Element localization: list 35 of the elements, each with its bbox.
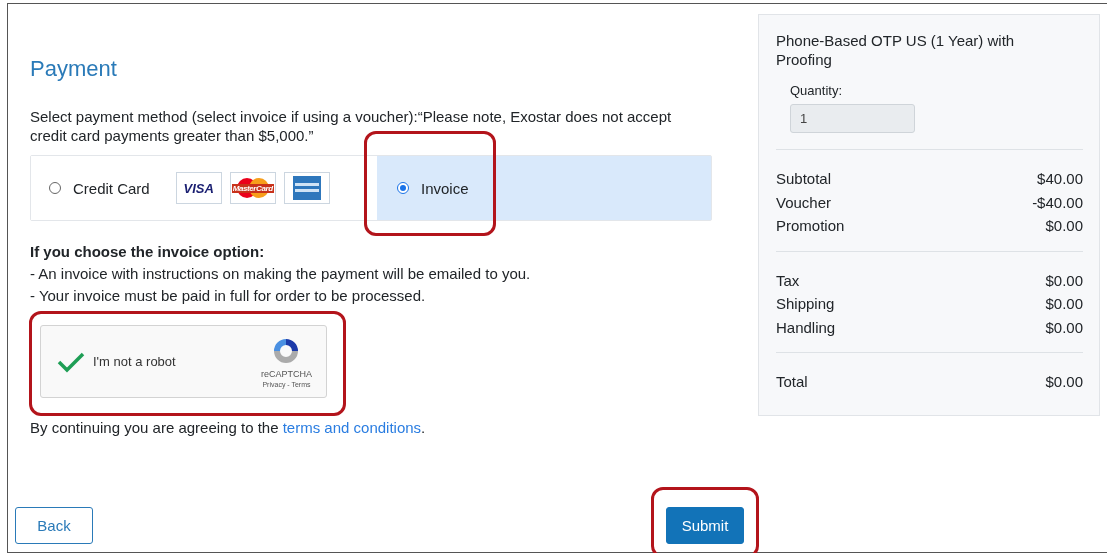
summary-label: Subtotal (776, 169, 832, 189)
summary-value: $0.00 (1045, 270, 1083, 291)
summary-label: Shipping (776, 294, 835, 314)
summary-value: $0.00 (1045, 372, 1083, 392)
page-title: Payment (30, 56, 118, 82)
summary-value: $0.00 (1045, 317, 1083, 338)
summary-label: Voucher (776, 192, 832, 213)
summary-label: Total (776, 372, 808, 392)
instructions-text: Select payment method (select invoice if using a voucher):“Please note, Exostar does not accept credit card payments greater than $5,000.” (30, 107, 673, 145)
invoice-note: - Your invoice must be paid in full for order to be processed. (30, 286, 427, 306)
option-label: Invoice (421, 179, 469, 197)
captcha-label: I'm not a robot (93, 354, 177, 369)
summary-label: Tax (776, 270, 800, 291)
payment-option[interactable]: Invoice (377, 156, 711, 220)
recaptcha-brand: reCAPTCHA (261, 369, 312, 379)
radio-button[interactable] (397, 182, 409, 194)
summary-value: $0.00 (1045, 216, 1083, 236)
summary-value: -$40.00 (1032, 192, 1083, 213)
back-button[interactable]: Back (15, 507, 93, 544)
radio-button[interactable] (49, 182, 61, 194)
visa-logo: VISA (175, 172, 222, 204)
invoice-heading: If you choose the invoice option: (30, 242, 266, 262)
summary-value: $40.00 (1037, 169, 1083, 189)
invoice-note: - An invoice with instructions on making the payment will be emailed to you. (30, 264, 532, 284)
summary-value: $0.00 (1045, 294, 1083, 314)
summary-label: Handling (776, 317, 836, 338)
product-name: Phone-Based OTP US (1 Year) with Proofing (776, 31, 1016, 69)
summary-label: Promotion (776, 216, 845, 236)
submit-button[interactable]: Submit (666, 507, 744, 544)
quantity-field[interactable]: 1 (790, 104, 915, 133)
amex-logo (283, 172, 330, 204)
agreement-text: By continuing you are agreeing to the terms and conditions. (30, 419, 427, 436)
mastercard-logo: MasterCard (229, 172, 276, 204)
option-label: Credit Card (73, 179, 150, 197)
quantity-label: Quantity: (790, 83, 844, 98)
